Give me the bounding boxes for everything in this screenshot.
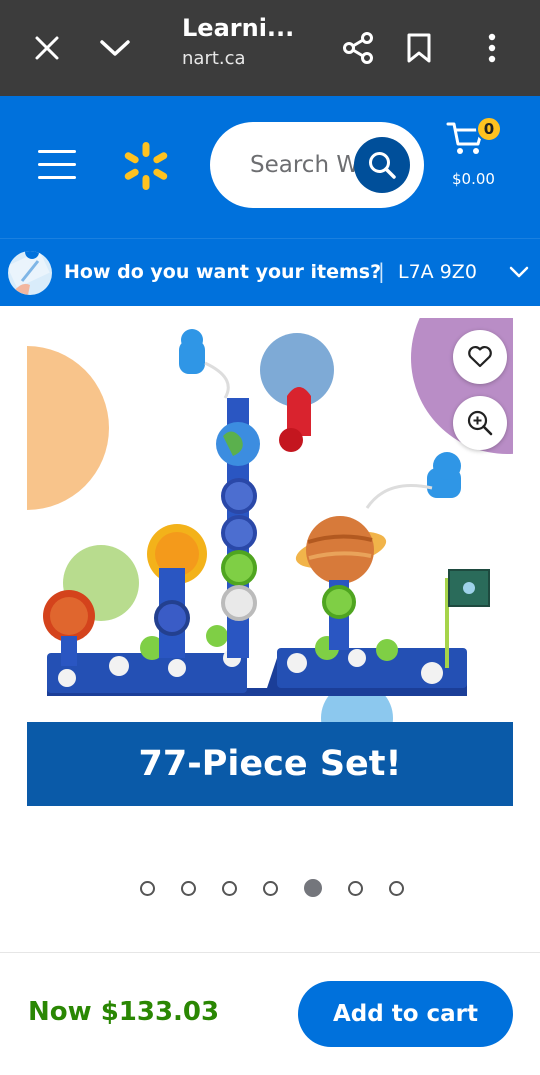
carousel-dot[interactable] <box>181 881 196 896</box>
cart-total: $0.00 <box>452 170 495 188</box>
delivery-separator: | <box>378 259 385 283</box>
bookmark-icon[interactable] <box>395 24 443 72</box>
carousel-dot[interactable] <box>263 881 278 896</box>
cart-count-badge: 0 <box>476 116 502 142</box>
delivery-selector[interactable]: How do you want your items? | L7A 9Z0 <box>0 238 540 306</box>
postal-code: L7A 9Z0 <box>398 261 477 283</box>
more-vert-icon[interactable] <box>468 24 516 72</box>
site-header: 0 $0.00 <box>0 96 540 238</box>
banner-text: 77-Piece Set! <box>138 744 402 784</box>
close-icon[interactable] <box>23 24 71 72</box>
walmart-spark-logo[interactable] <box>120 140 172 192</box>
chevron-down-icon[interactable] <box>91 24 139 72</box>
zoom-button[interactable] <box>453 396 507 450</box>
tab-title-area[interactable]: Learni... nart.ca <box>182 14 312 69</box>
carousel-dot-active[interactable] <box>304 879 322 897</box>
carousel-dot[interactable] <box>389 881 404 896</box>
add-to-cart-button[interactable]: Add to cart <box>298 981 513 1047</box>
delivery-question: How do you want your items? <box>64 261 382 283</box>
chevron-down-icon <box>508 261 530 283</box>
page-title: Learni... <box>182 14 295 42</box>
heart-icon <box>468 345 492 368</box>
product-image-banner: 77-Piece Set! <box>27 722 513 806</box>
delivery-map-icon <box>8 251 52 295</box>
search-bar <box>210 122 424 208</box>
share-icon[interactable] <box>334 24 382 72</box>
search-icon <box>369 152 396 179</box>
search-button[interactable] <box>354 137 410 193</box>
favorite-button[interactable] <box>453 330 507 384</box>
product-image[interactable] <box>27 318 513 722</box>
menu-icon[interactable] <box>38 150 76 180</box>
page-url: nart.ca <box>182 48 246 69</box>
carousel-dot[interactable] <box>222 881 237 896</box>
image-carousel-dots <box>140 879 410 903</box>
cart-button[interactable]: 0 $0.00 <box>446 116 506 200</box>
zoom-in-icon <box>467 410 493 436</box>
search-input[interactable] <box>210 122 360 208</box>
purchase-bar: Now $133.03 Add to cart <box>0 953 540 1075</box>
browser-toolbar: Learni... nart.ca <box>0 0 540 96</box>
carousel-dot[interactable] <box>348 881 363 896</box>
carousel-dot[interactable] <box>140 881 155 896</box>
price: Now $133.03 <box>28 997 220 1027</box>
